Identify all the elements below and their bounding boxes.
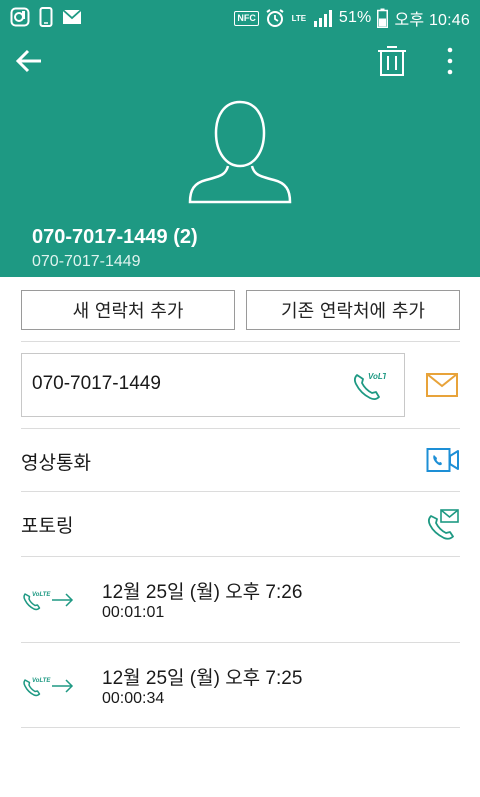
- contact-title: 070-7017-1449 (2): [32, 226, 198, 248]
- lte-icon: LTE: [291, 13, 307, 23]
- mail-icon[interactable]: [425, 370, 459, 400]
- status-bar-notifications: [10, 7, 82, 27]
- totring-label[interactable]: 포토링: [21, 511, 73, 538]
- person-placeholder-icon: [188, 100, 292, 204]
- phone-number-field[interactable]: 070-7017-1449 VoLTE: [21, 353, 405, 417]
- contact-actions: 새 연락처 추가 기존 연락처에 추가: [21, 290, 460, 330]
- divider: [21, 428, 460, 429]
- signal-icon: [313, 10, 332, 27]
- add-to-existing-contact-button[interactable]: 기존 연락처에 추가: [246, 290, 460, 330]
- phone-number: 070-7017-1449: [32, 373, 161, 394]
- totring-icon[interactable]: [426, 508, 460, 540]
- video-call-label[interactable]: 영상통화: [21, 448, 91, 475]
- app-notification-icon: [10, 7, 30, 27]
- divider: [21, 727, 460, 728]
- status-bar-system: NFC LTE 51% 오후 10:46: [234, 6, 470, 30]
- battery-percent: 51%: [338, 9, 372, 26]
- video-call-icon[interactable]: [426, 446, 460, 474]
- divider: [21, 491, 460, 492]
- call-log-date: 12월 25일 (월) 오후 7:26: [102, 582, 303, 603]
- status-bar: NFC LTE 51% 오후 10:46: [0, 0, 480, 34]
- back-arrow-icon[interactable]: [14, 45, 46, 77]
- alarm-icon: [266, 9, 284, 27]
- mail-notification-icon: [62, 9, 82, 24]
- battery-icon: [377, 8, 389, 28]
- more-vert-icon[interactable]: [440, 44, 460, 78]
- divider: [21, 556, 460, 557]
- contact-header: NFC LTE 51% 오후 10:46 070-7017-1449 (2) 0…: [0, 0, 480, 277]
- volte-badge: VoLTE: [368, 372, 386, 381]
- volte-call-icon[interactable]: VoLTE: [352, 369, 386, 401]
- status-time: 오후 10:46: [394, 12, 470, 29]
- divider: [21, 642, 460, 643]
- outgoing-call-icon: VoLTE: [23, 678, 74, 697]
- call-log-volte-badge: VoLTE: [32, 678, 51, 684]
- phone-notification-icon: [39, 7, 53, 27]
- add-new-contact-button[interactable]: 새 연락처 추가: [21, 290, 235, 330]
- nfc-icon: NFC: [234, 10, 259, 26]
- trash-icon[interactable]: [376, 44, 408, 78]
- outgoing-call-icon: VoLTE: [23, 592, 74, 611]
- call-log-date: 12월 25일 (월) 오후 7:25: [102, 668, 303, 689]
- call-log-duration: 00:00:34: [102, 690, 165, 707]
- contact-subtitle: 070-7017-1449: [32, 253, 141, 270]
- divider: [21, 341, 460, 342]
- call-log-duration: 00:01:01: [102, 604, 165, 621]
- call-log-volte-badge: VoLTE: [32, 592, 51, 598]
